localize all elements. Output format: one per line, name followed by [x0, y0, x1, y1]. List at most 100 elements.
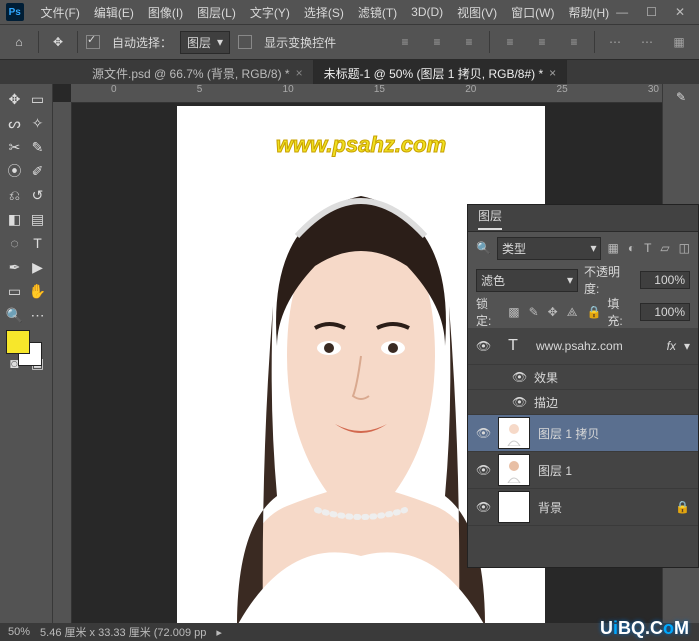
opacity-input[interactable]: 100%	[640, 271, 691, 289]
blend-mode-dropdown[interactable]: 滤色▾	[476, 269, 578, 292]
visibility-icon[interactable]: 👁	[476, 426, 490, 440]
filter-type-icon[interactable]: T	[644, 241, 651, 255]
filter-pixel-icon[interactable]: ▦	[607, 241, 618, 255]
gradient-tool[interactable]: ▤	[27, 208, 48, 230]
foreground-color-swatch[interactable]	[6, 330, 30, 354]
filter-smart-icon[interactable]: ◫	[679, 241, 690, 255]
menu-file[interactable]: 文件(F)	[34, 4, 87, 21]
filter-adjust-icon[interactable]: ◐	[628, 241, 635, 255]
history-brush-tool[interactable]: ↺	[27, 184, 48, 206]
zoom-tool[interactable]: 🔍	[4, 304, 25, 326]
zoom-level[interactable]: 50%	[8, 626, 30, 638]
color-swatches[interactable]	[4, 328, 48, 364]
align-vcenter-icon[interactable]: ≡	[425, 31, 449, 53]
tab-source[interactable]: 源文件.psd @ 66.7% (背景, RGB/8) *×	[82, 60, 314, 86]
window-minimize-icon[interactable]: —	[616, 5, 628, 19]
show-transform-label: 显示变换控件	[264, 34, 336, 51]
layers-panel: 图层 🔍 类型▾ ▦ ◐ T ▱ ◫ 滤色▾ 不透明度: 100% 锁定: ▩ …	[467, 204, 699, 568]
visibility-icon[interactable]: 👁	[476, 339, 490, 353]
tab-untitled[interactable]: 未标题-1 @ 50% (图层 1 拷贝, RGB/8#) *×	[314, 60, 568, 86]
path-select-tool[interactable]: ▶	[27, 256, 48, 278]
filter-type-dropdown[interactable]: 类型▾	[497, 237, 602, 260]
align-top-icon[interactable]: ≡	[393, 31, 417, 53]
brush-tool[interactable]: ✐	[27, 160, 48, 182]
type-tool[interactable]: T	[27, 232, 48, 254]
lock-pixels-icon[interactable]: ✎	[529, 305, 539, 320]
menu-select[interactable]: 选择(S)	[297, 4, 351, 21]
crop-tool[interactable]: ✂	[4, 136, 25, 158]
magic-wand-tool[interactable]: ✧	[27, 112, 48, 134]
show-transform-checkbox[interactable]	[238, 35, 252, 49]
fill-label: 填充:	[607, 295, 633, 329]
visibility-icon[interactable]: 👁	[476, 463, 490, 477]
lock-artboard-icon[interactable]: ⟁	[567, 305, 578, 320]
auto-select-label: 自动选择：	[112, 34, 172, 51]
visibility-icon[interactable]: 👁	[512, 395, 526, 409]
auto-select-checkbox[interactable]	[86, 35, 100, 49]
distribute-icon[interactable]: ⋯	[603, 31, 627, 53]
menu-view[interactable]: 视图(V)	[450, 4, 504, 21]
menu-window[interactable]: 窗口(W)	[504, 4, 561, 21]
shape-tool[interactable]: ▭	[4, 280, 25, 302]
layer-label: www.psahz.com	[536, 339, 623, 353]
document-dimensions: 5.46 厘米 x 33.33 厘米 (72.009 pp	[40, 624, 206, 640]
chevron-down-icon[interactable]: ▾	[684, 339, 690, 353]
visibility-icon[interactable]: 👁	[512, 370, 526, 384]
blur-tool[interactable]: ◌	[4, 232, 25, 254]
text-layer-thumb: T	[498, 331, 528, 361]
menu-3d[interactable]: 3D(D)	[404, 5, 450, 19]
close-icon[interactable]: ×	[549, 66, 556, 80]
fx-badge[interactable]: fx	[667, 339, 676, 353]
lock-icon: 🔒	[675, 500, 690, 514]
layer-thumb	[498, 417, 530, 449]
fill-input[interactable]: 100%	[640, 303, 690, 321]
menu-help[interactable]: 帮助(H)	[562, 4, 617, 21]
edit-toolbar-icon[interactable]: ⋯	[27, 304, 48, 326]
menu-edit[interactable]: 编辑(E)	[87, 4, 141, 21]
visibility-icon[interactable]: 👁	[476, 500, 490, 514]
status-arrow-icon[interactable]: ▸	[216, 626, 222, 639]
align-hcenter-icon[interactable]: ≡	[530, 31, 554, 53]
layer-effects-header[interactable]: 👁 效果	[468, 365, 698, 390]
search-icon[interactable]: 🔍	[476, 241, 491, 255]
eyedropper-tool[interactable]: ✎	[27, 136, 48, 158]
lasso-tool[interactable]: ᔕ	[4, 112, 25, 134]
layer-effect-stroke[interactable]: 👁 描边	[468, 390, 698, 415]
layer-text[interactable]: 👁 T www.psahz.com fx ▾	[468, 328, 698, 365]
align-right-icon[interactable]: ≡	[562, 31, 586, 53]
effect-label: 描边	[534, 394, 558, 411]
lock-transparency-icon[interactable]: ▩	[508, 305, 519, 320]
hand-tool[interactable]: ✋	[27, 280, 48, 302]
3d-mode-icon[interactable]: ▦	[667, 31, 691, 53]
pen-tool[interactable]: ✒	[4, 256, 25, 278]
move-tool-icon[interactable]: ✥	[47, 31, 69, 53]
lock-all-icon[interactable]: 🔒	[586, 305, 601, 320]
menu-image[interactable]: 图像(I)	[141, 4, 190, 21]
menu-text[interactable]: 文字(Y)	[243, 4, 297, 21]
layer-copy[interactable]: 👁 图层 1 拷贝	[468, 415, 698, 452]
layer-list: 👁 T www.psahz.com fx ▾ 👁 效果 👁 描边 👁 图层 1 …	[468, 328, 698, 567]
align-bottom-icon[interactable]: ≡	[457, 31, 481, 53]
healing-brush-tool[interactable]: ⦿	[4, 160, 25, 182]
options-bar: ⌂ ✥ 自动选择： 图层▾ 显示变换控件 ≡ ≡ ≡ ≡ ≡ ≡ ⋯ ⋯ ▦	[0, 25, 699, 60]
align-left-icon[interactable]: ≡	[498, 31, 522, 53]
lock-position-icon[interactable]: ✥	[548, 305, 558, 320]
marquee-tool[interactable]: ▭	[27, 88, 48, 110]
eraser-tool[interactable]: ◧	[4, 208, 25, 230]
move-tool[interactable]: ✥	[4, 88, 25, 110]
auto-select-target-dropdown[interactable]: 图层▾	[180, 31, 230, 54]
filter-shape-icon[interactable]: ▱	[660, 241, 669, 255]
edit-icon[interactable]: ✎	[676, 90, 686, 104]
window-close-icon[interactable]: ✕	[675, 5, 685, 19]
menu-filter[interactable]: 滤镜(T)	[351, 4, 404, 21]
layer-1[interactable]: 👁 图层 1	[468, 452, 698, 489]
window-maximize-icon[interactable]: ☐	[646, 5, 657, 19]
close-icon[interactable]: ×	[296, 66, 303, 80]
layers-panel-title[interactable]: 图层	[478, 207, 502, 230]
menu-layer[interactable]: 图层(L)	[190, 4, 243, 21]
home-icon[interactable]: ⌂	[8, 31, 30, 53]
more-options-icon[interactable]: ⋯	[635, 31, 659, 53]
clone-stamp-tool[interactable]: ⎌	[4, 184, 25, 206]
toolbox: ✥ ▭ ᔕ ✧ ✂ ✎ ⦿ ✐ ⎌ ↺ ◧ ▤ ◌ T ✒ ▶ ▭ ✋ 🔍 ⋯ …	[0, 84, 53, 623]
layer-background[interactable]: 👁 背景 🔒	[468, 489, 698, 526]
